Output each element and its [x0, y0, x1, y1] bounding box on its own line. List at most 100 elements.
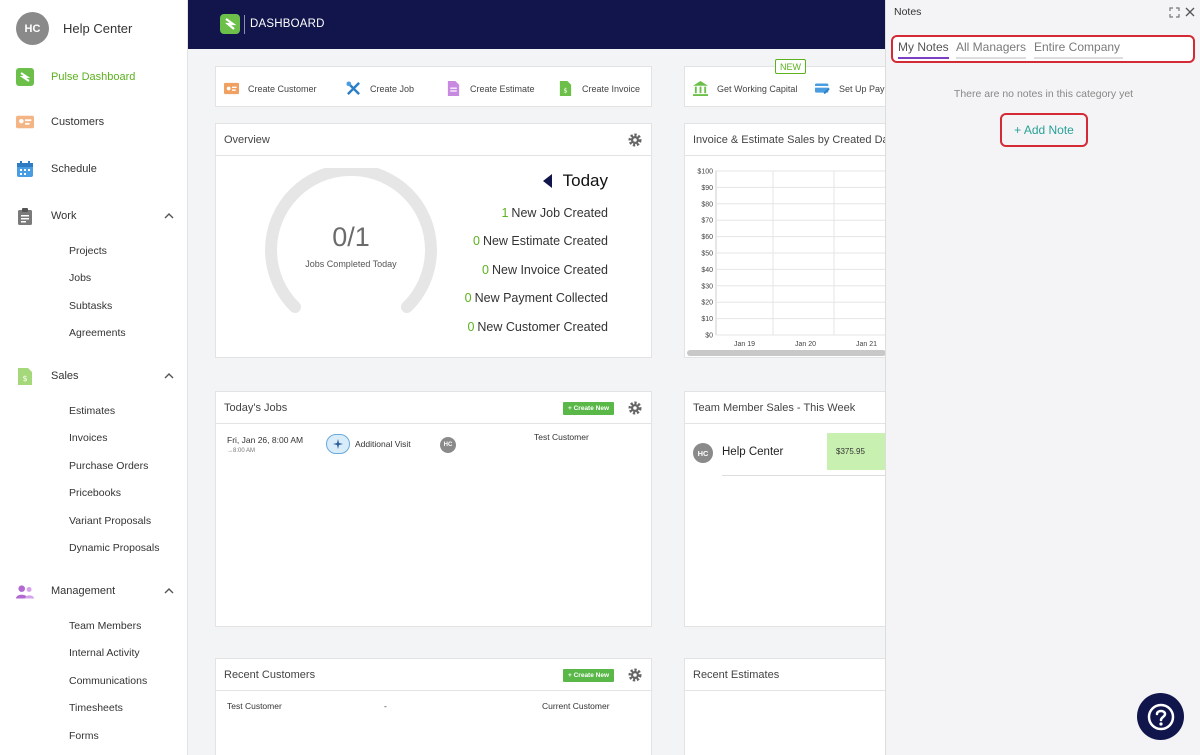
sidebar-subitem-subtasks[interactable]: Subtasks	[69, 300, 112, 312]
job-type: Additional Visit	[355, 439, 411, 449]
svg-text:$: $	[563, 86, 567, 94]
caret-left-icon[interactable]	[542, 174, 553, 188]
customer-card-icon	[224, 82, 239, 95]
create-new-customer-button[interactable]: + Create New	[563, 669, 615, 682]
notes-title: Notes	[894, 6, 922, 18]
gear-icon[interactable]	[627, 132, 643, 148]
set-up-pay-button[interactable]: Set Up Pay	[815, 81, 885, 96]
sidebar-subitem-invoices[interactable]: Invoices	[69, 432, 108, 444]
sidebar-item-label: Sales	[51, 370, 79, 382]
sidebar-item-management[interactable]: Management	[16, 581, 176, 601]
sidebar-item-pulse-dashboard[interactable]: Pulse Dashboard	[16, 67, 176, 87]
avatar: HC	[16, 12, 49, 45]
sidebar-item-customers[interactable]: Customers	[16, 112, 176, 132]
chevron-up-icon[interactable]	[162, 209, 176, 223]
job-datetime: Fri, Jan 26, 8:00 AM	[227, 435, 304, 445]
estimate-document-icon	[447, 81, 460, 96]
sidebar-item-label: Pulse Dashboard	[51, 71, 136, 83]
sidebar-brand[interactable]: HC Help Center	[16, 12, 132, 45]
bank-icon	[693, 81, 708, 96]
get-working-capital-button[interactable]: Get Working Capital	[693, 81, 797, 96]
sidebar-subitem-purchase-orders[interactable]: Purchase Orders	[69, 460, 148, 472]
stat-new-invoice: 0 New Invoice Created	[482, 263, 608, 277]
sidebar-subitem-team-members[interactable]: Team Members	[69, 620, 141, 632]
tab-underline	[1034, 57, 1123, 59]
card-divider	[216, 155, 651, 156]
sidebar-item-label: Schedule	[51, 163, 97, 175]
expand-icon[interactable]	[1169, 7, 1180, 18]
sidebar-subitem-variant-proposals[interactable]: Variant Proposals	[69, 515, 151, 527]
sidebar-item-schedule[interactable]: Schedule	[16, 159, 176, 179]
sidebar-subitem-estimates[interactable]: Estimates	[69, 405, 115, 417]
gear-icon[interactable]	[627, 667, 643, 683]
sparkle-icon	[326, 434, 350, 454]
tab-entire-company[interactable]: Entire Company	[1034, 40, 1120, 54]
sidebar-item-label: Work	[51, 210, 77, 222]
avatar: HC	[440, 437, 456, 453]
sidebar-subitem-pricebooks[interactable]: Pricebooks	[69, 487, 121, 499]
team-sales-card: Team Member Sales - This Week HC Help Ce…	[684, 391, 886, 627]
clipboard-icon	[16, 207, 34, 225]
todays-jobs-card: Today's Jobs + Create New Fri, Jan 26, 8…	[215, 391, 652, 627]
chevron-up-icon[interactable]	[162, 584, 176, 598]
add-note-button[interactable]: + Add Note	[1000, 113, 1088, 147]
notes-panel: Notes My Notes All Managers Entire Compa…	[885, 0, 1200, 755]
create-new-job-button[interactable]: + Create New	[563, 402, 615, 415]
sidebar-item-sales[interactable]: $ Sales	[16, 366, 176, 386]
overview-title: Overview	[224, 134, 270, 146]
y-tick-label: $100	[697, 169, 713, 176]
people-icon	[16, 582, 34, 600]
customer-status: Current Customer	[542, 701, 610, 711]
help-button[interactable]	[1137, 693, 1184, 740]
create-estimate-button[interactable]: Create Estimate	[446, 81, 535, 96]
create-job-button[interactable]: Create Job	[346, 81, 414, 96]
period-selector[interactable]: Today	[542, 171, 608, 191]
page-title: DASHBOARD	[250, 18, 325, 30]
gear-icon[interactable]	[627, 400, 643, 416]
recent-estimates-card: Recent Estimates	[684, 658, 885, 755]
stat-new-estimate: 0 New Estimate Created	[472, 234, 608, 248]
chart-scrollbar[interactable]	[687, 350, 885, 356]
gauge-value: 0/1	[332, 222, 370, 252]
sales-chart-plot: $100 $90 $80 $70 $60 $50 $40 $30 $20 $10 $0 Jan 19 J…	[697, 169, 885, 348]
stat-new-job: 1 New Job Created	[501, 206, 608, 220]
create-invoice-button[interactable]: $ Create Invoice	[558, 81, 640, 96]
invoice-document-icon: $	[559, 81, 572, 96]
tools-icon	[346, 81, 360, 95]
card-divider	[216, 423, 651, 424]
y-tick-label: $80	[701, 201, 713, 208]
sidebar-subitem-dynamic-proposals[interactable]: Dynamic Proposals	[69, 542, 159, 554]
recent-customers-title: Recent Customers	[224, 669, 316, 681]
card-divider	[685, 423, 885, 424]
sidebar-subitem-jobs[interactable]: Jobs	[69, 272, 91, 284]
header-divider	[244, 15, 245, 34]
pulse-logo-icon[interactable]	[220, 14, 240, 34]
calendar-icon	[16, 160, 34, 178]
sidebar-subitem-projects[interactable]: Projects	[69, 245, 107, 257]
sidebar-subitem-internal-activity[interactable]: Internal Activity	[69, 647, 140, 659]
notes-tabs: My Notes All Managers Entire Company	[891, 35, 1195, 63]
y-tick-label: $90	[701, 185, 713, 192]
recent-customers-card: Recent Customers + Create New Test Custo…	[215, 658, 652, 755]
customer-name[interactable]: Test Customer	[227, 701, 282, 711]
sales-chart-card: Invoice & Estimate Sales by Created Da $…	[684, 123, 885, 358]
job-customer[interactable]: Test Customer	[534, 432, 589, 442]
sidebar-subitem-timesheets[interactable]: Timesheets	[69, 702, 123, 714]
sidebar-item-work[interactable]: Work	[16, 206, 176, 226]
sidebar-subitem-communications[interactable]: Communications	[69, 675, 147, 687]
sidebar-subitem-forms[interactable]: Forms	[69, 730, 99, 742]
y-tick-label: $40	[701, 267, 713, 274]
customer-card-icon	[16, 113, 34, 131]
recent-estimates-title: Recent Estimates	[693, 669, 780, 681]
y-tick-label: $50	[701, 251, 713, 258]
sidebar-subitem-agreements[interactable]: Agreements	[69, 327, 126, 339]
payment-card-icon	[815, 83, 830, 95]
tab-all-managers[interactable]: All Managers	[956, 40, 1026, 54]
y-tick-label: $10	[701, 316, 713, 323]
top-header: DASHBOARD	[188, 0, 885, 49]
chevron-up-icon[interactable]	[162, 369, 176, 383]
tab-my-notes[interactable]: My Notes	[898, 40, 949, 54]
stat-new-payment: 0 New Payment Collected	[464, 291, 608, 305]
create-customer-button[interactable]: Create Customer	[224, 81, 317, 96]
close-icon[interactable]	[1185, 7, 1195, 17]
